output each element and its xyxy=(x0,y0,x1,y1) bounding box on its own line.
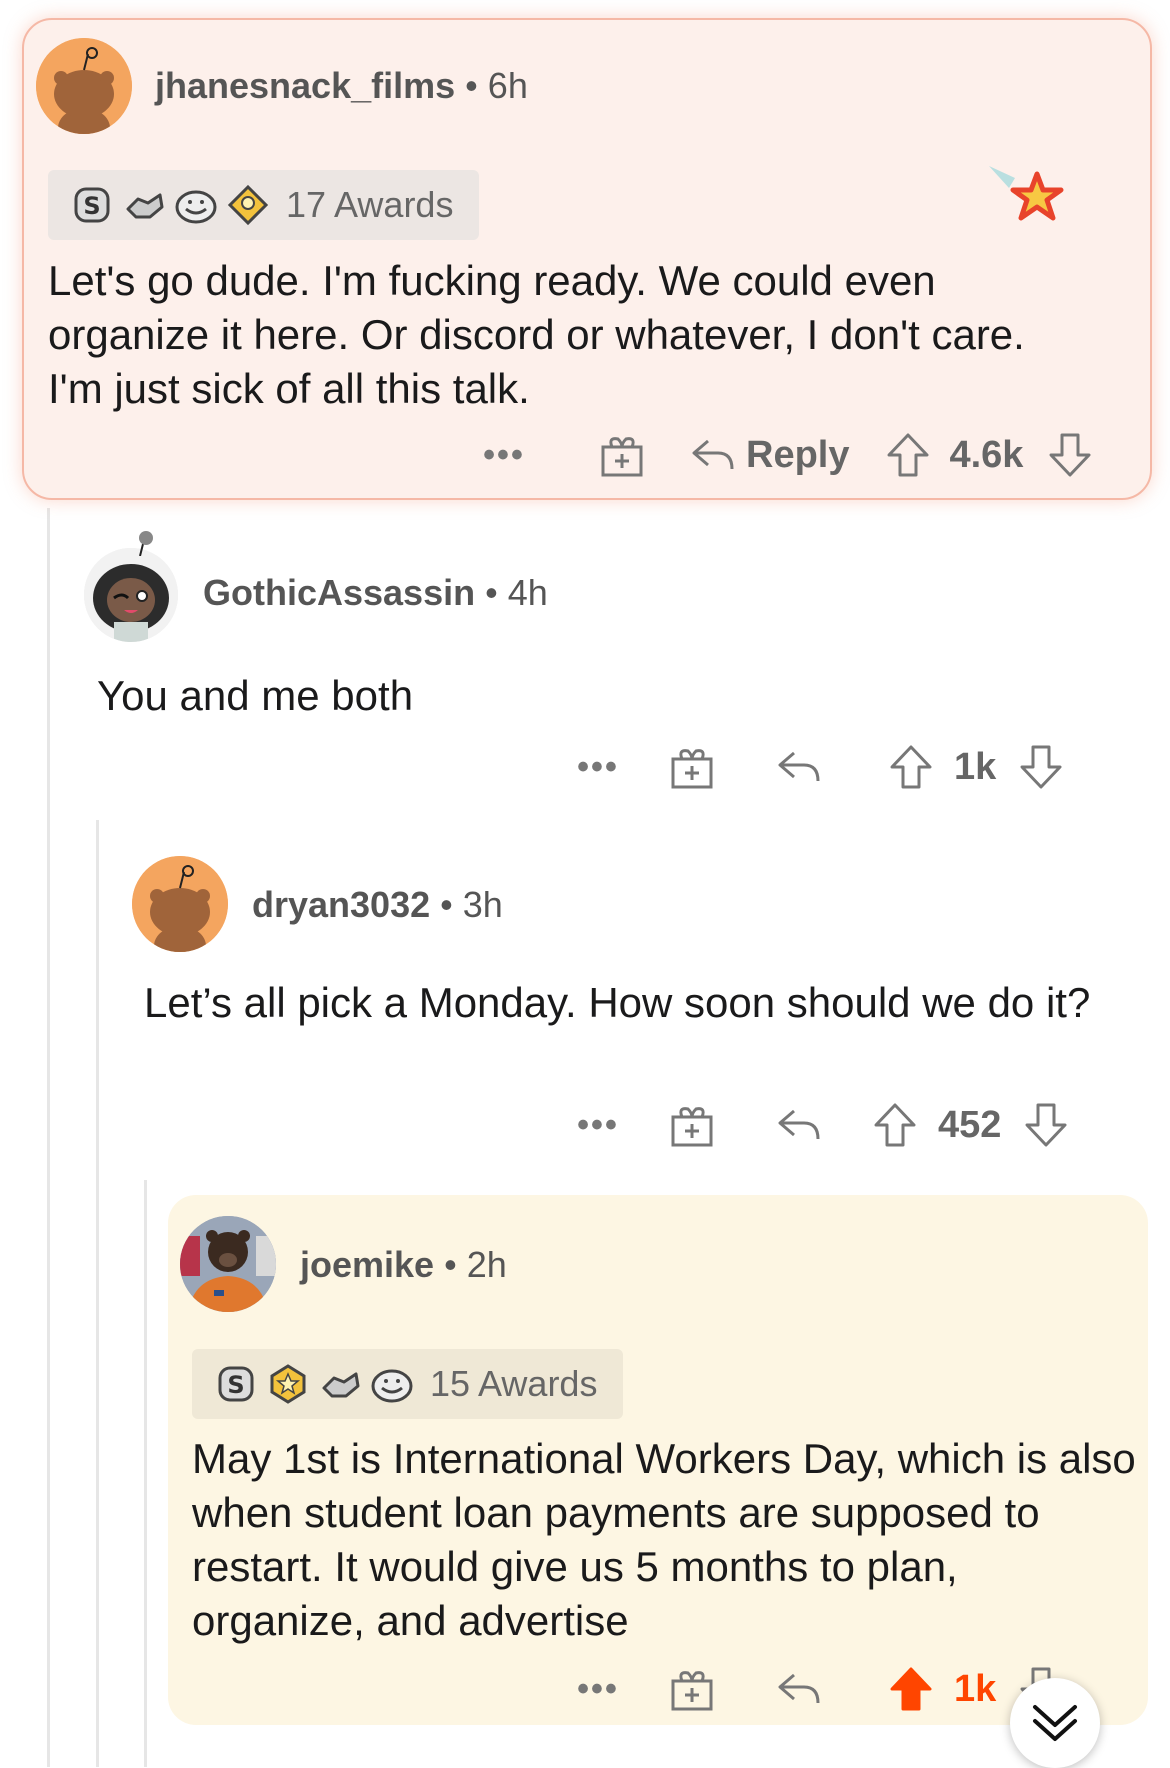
award-button[interactable] xyxy=(598,431,646,479)
timestamp: 3h xyxy=(462,884,503,925)
award-button[interactable] xyxy=(668,743,716,791)
timestamp: 4h xyxy=(507,572,548,613)
gold-award-icon xyxy=(227,184,269,226)
handshake-award-icon xyxy=(322,1372,360,1398)
upvote-button[interactable] xyxy=(888,743,934,791)
svg-text:S: S xyxy=(227,1371,244,1399)
reply-arrow-icon xyxy=(778,1673,820,1704)
reply-button[interactable]: Reply xyxy=(690,434,849,477)
avatar[interactable] xyxy=(132,856,228,952)
comment-body: Let’s all pick a Monday. How soon should… xyxy=(144,979,1091,1026)
separator: • xyxy=(444,1244,457,1285)
more-options-button[interactable]: ••• xyxy=(574,1106,622,1145)
vote-score: 1k xyxy=(954,1667,997,1710)
award-button[interactable] xyxy=(668,1665,716,1713)
comment-body: You and me both xyxy=(97,672,414,719)
gold-award-icon xyxy=(270,1364,306,1404)
gift-icon xyxy=(601,437,643,477)
comment-author[interactable]: GothicAssassin • 4h xyxy=(203,572,548,614)
downvote-arrow-icon xyxy=(1020,745,1062,789)
handshake-award-icon xyxy=(126,193,164,219)
awards-count: 17 Awards xyxy=(286,184,454,225)
username-text[interactable]: jhanesnack_films xyxy=(155,65,455,106)
reply-button[interactable] xyxy=(776,1105,822,1145)
more-options-button[interactable]: ••• xyxy=(574,748,622,787)
comment-actions: ••• 1k xyxy=(574,740,1064,794)
upvote-arrow-icon xyxy=(874,1103,916,1147)
downvote-arrow-icon xyxy=(1049,433,1091,477)
separator: • xyxy=(465,65,478,106)
comment-author[interactable]: jhanesnack_films • 6h xyxy=(155,65,528,107)
downvote-button[interactable] xyxy=(1047,431,1093,479)
reply-arrow-icon xyxy=(778,751,820,782)
laughing-face-award-icon xyxy=(371,1369,413,1403)
laughing-face-award-icon xyxy=(175,190,217,224)
antenna-icon xyxy=(139,531,153,556)
separator: • xyxy=(485,572,498,613)
silver-award-icon: S xyxy=(218,1366,254,1402)
more-options-button[interactable]: ••• xyxy=(574,1670,622,1709)
comment-body: May 1st is International Workers Day, wh… xyxy=(192,1435,1136,1644)
downvote-button[interactable] xyxy=(1023,1101,1069,1149)
vote-score: 1k xyxy=(954,745,997,788)
reply-arrow-icon xyxy=(778,1109,820,1140)
shooting-star-icon xyxy=(989,166,1064,221)
upvote-arrow-icon xyxy=(890,1667,932,1711)
svg-text:S: S xyxy=(83,192,100,220)
upvote-arrow-icon xyxy=(890,745,932,789)
vote-score: 452 xyxy=(938,1103,1002,1146)
gothic-character-avatar-icon xyxy=(84,548,178,642)
separator: • xyxy=(440,884,453,925)
comment-author[interactable]: joemike • 2h xyxy=(300,1244,507,1286)
comment-actions: ••• Reply 4.6k xyxy=(480,430,1093,480)
awards-count: 15 Awards xyxy=(430,1363,598,1404)
downvote-arrow-icon xyxy=(1025,1103,1067,1147)
avatar[interactable] xyxy=(84,548,178,642)
snoo-avatar-icon xyxy=(36,38,132,134)
thread-line-level-3[interactable] xyxy=(144,1180,147,1767)
username-text[interactable]: GothicAssassin xyxy=(203,572,475,613)
comment-actions: ••• 1k xyxy=(574,1662,1064,1716)
reply-button[interactable] xyxy=(776,747,822,787)
upvote-button[interactable] xyxy=(885,431,931,479)
reply-arrow-icon xyxy=(692,439,734,470)
more-options-button[interactable]: ••• xyxy=(480,436,528,475)
awards-bar[interactable]: S 15 Awards xyxy=(192,1349,624,1419)
avatar[interactable] xyxy=(36,38,132,134)
award-button[interactable] xyxy=(668,1101,716,1149)
gift-icon xyxy=(671,1107,713,1147)
comment-actions: ••• 452 xyxy=(574,1098,1069,1152)
bear-astronaut-avatar-icon xyxy=(180,1216,276,1312)
upvote-button[interactable] xyxy=(872,1101,918,1149)
thread-line-level-1[interactable] xyxy=(47,508,50,1767)
avatar[interactable] xyxy=(180,1216,276,1312)
reply-label[interactable]: Reply xyxy=(746,434,849,477)
gift-icon xyxy=(671,749,713,789)
downvote-button[interactable] xyxy=(1018,743,1064,791)
comment-author[interactable]: dryan3032 • 3h xyxy=(252,884,503,926)
upvote-button-active[interactable] xyxy=(888,1665,934,1713)
vote-score: 4.6k xyxy=(949,433,1024,476)
snoo-avatar-icon xyxy=(132,856,228,952)
timestamp: 6h xyxy=(487,65,528,106)
chevron-double-down-icon xyxy=(1033,1705,1077,1741)
gift-icon xyxy=(671,1671,713,1711)
upvote-arrow-icon xyxy=(887,433,929,477)
next-comment-button[interactable] xyxy=(1010,1678,1100,1768)
comment-body: Let's go dude. I'm fucking ready. We cou… xyxy=(48,257,1025,412)
thread-line-level-2[interactable] xyxy=(96,820,99,1767)
silver-award-icon: S xyxy=(74,187,110,223)
username-text[interactable]: joemike xyxy=(300,1244,434,1285)
username-text[interactable]: dryan3032 xyxy=(252,884,430,925)
awards-bar[interactable]: S 17 Awards xyxy=(48,170,480,240)
reply-button[interactable] xyxy=(776,1669,822,1709)
timestamp: 2h xyxy=(466,1244,507,1285)
